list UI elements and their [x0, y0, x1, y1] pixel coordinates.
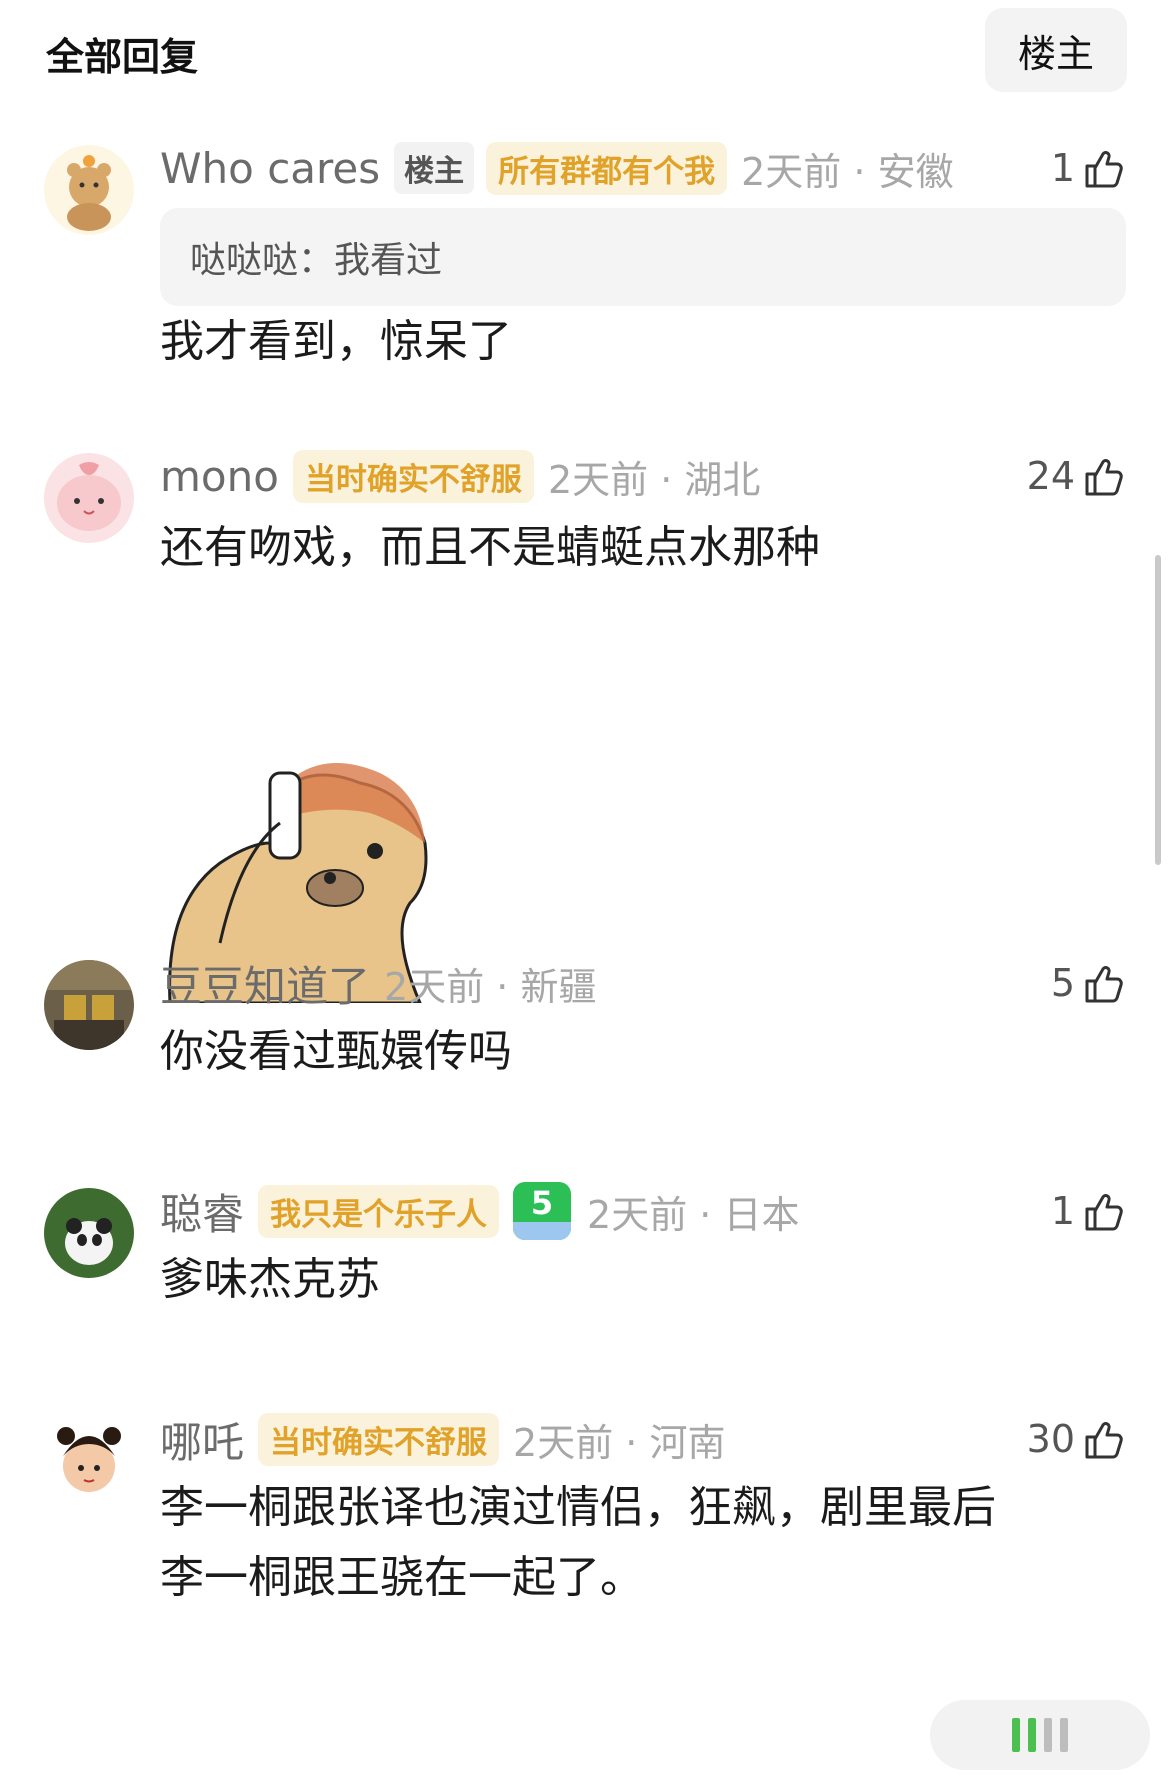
headphones-icon: [513, 1222, 572, 1240]
like-count: 1: [1050, 146, 1075, 190]
thumbs-up-icon: [1085, 459, 1123, 496]
comment-text-line-1: 李一桐跟张译也演过情侣，狂飙，剧里最后: [160, 1482, 996, 1533]
post-time: 2天前: [513, 1420, 614, 1465]
floating-widget[interactable]: [930, 1700, 1150, 1770]
like-count: 24: [1026, 454, 1075, 498]
like-button[interactable]: 1: [1051, 1183, 1125, 1239]
like-button[interactable]: 24: [1027, 448, 1125, 504]
quote-author: 哒哒哒：: [190, 240, 335, 281]
like-button[interactable]: 30: [1027, 1411, 1125, 1467]
bar-icon: [1028, 1718, 1036, 1752]
bar-icon: [1060, 1718, 1068, 1752]
location: 安徽: [877, 149, 954, 194]
separator: ·: [496, 964, 509, 1009]
comment-meta: 聪睿 我只是个乐子人 5 2天前 · 日本: [160, 1181, 800, 1242]
comment-text: 我才看到，惊呆了: [160, 316, 512, 367]
comment-meta: Who cares 楼主 所有群都有个我 2天前 · 安徽: [160, 140, 954, 196]
avatar[interactable]: [44, 1416, 134, 1506]
time-location: 2天前 · 河南: [513, 1412, 725, 1467]
post-time: 2天前: [587, 1192, 688, 1237]
thumbs-up-icon: [1085, 151, 1123, 188]
comments-header: 全部回复 楼主: [0, 0, 1169, 100]
time-location: 2天前 · 日本: [587, 1184, 799, 1239]
username[interactable]: 豆豆知道了: [160, 953, 370, 1014]
avatar[interactable]: [44, 1188, 134, 1278]
scrollbar[interactable]: [1155, 555, 1161, 865]
username[interactable]: Who cares: [160, 144, 380, 193]
post-time: 2天前: [547, 457, 649, 502]
op-badge: 楼主: [394, 142, 475, 194]
comment-meta: 豆豆知道了 2天前 · 新疆: [160, 955, 597, 1011]
time-location: 2天前 · 安徽: [741, 141, 953, 196]
user-tag-badge[interactable]: 当时确实不舒服: [292, 449, 534, 503]
username[interactable]: mono: [160, 452, 279, 501]
separator: ·: [625, 1420, 638, 1465]
thumbs-up-icon: [1085, 1422, 1123, 1459]
separator: ·: [853, 149, 866, 194]
quote-content: 哒哒哒：我看过: [190, 231, 442, 283]
like-count: 5: [1050, 961, 1075, 1005]
time-location: 2天前 · 新疆: [384, 956, 596, 1011]
location: 河南: [649, 1420, 726, 1465]
thumbs-up-icon: [1085, 1194, 1123, 1231]
username[interactable]: 聪睿: [160, 1181, 244, 1242]
comment-text: 你没看过甄嬛传吗: [160, 1026, 512, 1077]
location: 湖北: [684, 457, 761, 502]
avatar[interactable]: [44, 145, 134, 235]
location: 新疆: [520, 964, 597, 1009]
quote-text: 我看过: [334, 240, 443, 281]
user-tag-badge[interactable]: 当时确实不舒服: [258, 1412, 500, 1466]
bar-icon: [1012, 1718, 1020, 1752]
like-count: 1: [1050, 1189, 1075, 1233]
username[interactable]: 哪吒: [160, 1409, 244, 1470]
like-button[interactable]: 5: [1051, 955, 1125, 1011]
avatar[interactable]: [44, 960, 134, 1050]
avatar[interactable]: [44, 453, 134, 543]
level-badge[interactable]: 5: [513, 1182, 572, 1240]
comment-meta: mono 当时确实不舒服 2天前 · 湖北: [160, 448, 760, 504]
comment-text: 还有吻戏，而且不是蜻蜓点水那种: [160, 522, 820, 573]
quoted-reply[interactable]: 哒哒哒：我看过: [160, 208, 1126, 306]
separator: ·: [699, 1192, 712, 1237]
comment-text-line-2: 李一桐跟王骁在一起了。: [160, 1552, 644, 1603]
op-only-filter-button[interactable]: 楼主: [985, 8, 1127, 92]
post-time: 2天前: [741, 149, 842, 194]
comment-meta: 哪吒 当时确实不舒服 2天前 · 河南: [160, 1411, 726, 1467]
user-tag-badge[interactable]: 所有群都有个我: [486, 141, 728, 195]
time-location: 2天前 · 湖北: [548, 449, 760, 504]
thumbs-up-icon: [1085, 966, 1123, 1003]
bar-icon: [1044, 1718, 1052, 1752]
like-button[interactable]: 1: [1051, 140, 1125, 196]
all-replies-title: 全部回复: [46, 35, 199, 79]
level-number: 5: [530, 1184, 554, 1222]
comment-text: 爹味杰克苏: [160, 1254, 380, 1305]
like-count: 30: [1026, 1417, 1075, 1461]
location: 日本: [723, 1192, 800, 1237]
separator: ·: [660, 457, 673, 502]
user-tag-badge[interactable]: 我只是个乐子人: [258, 1184, 500, 1238]
post-time: 2天前: [384, 964, 485, 1009]
